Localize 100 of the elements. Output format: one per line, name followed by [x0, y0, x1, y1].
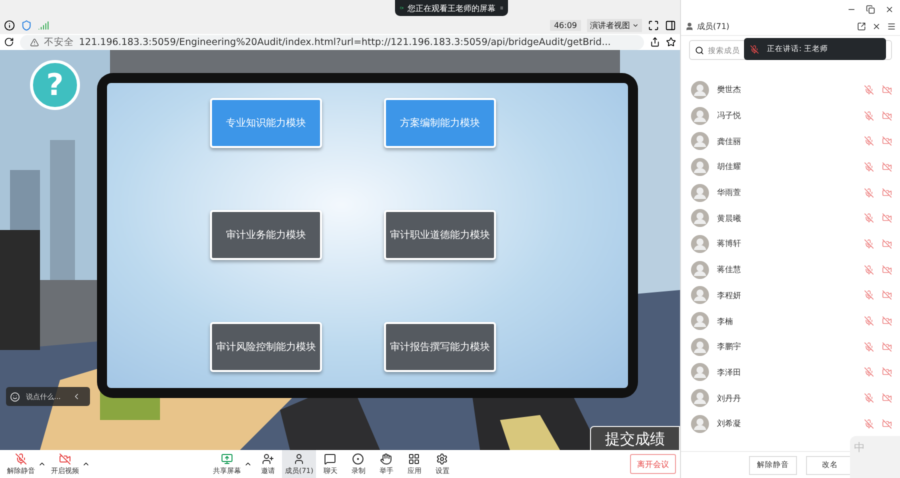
module-button[interactable]: 审计报告撰写能力模块	[384, 322, 496, 372]
member-row[interactable]: 樊世杰	[681, 77, 900, 103]
member-row[interactable]: 蒋博轩	[681, 231, 900, 257]
muted-mic-icon[interactable]	[864, 264, 874, 275]
caret-icon[interactable]	[82, 460, 90, 468]
member-row[interactable]: 黄晨曦	[681, 205, 900, 232]
avatar-icon	[691, 234, 709, 253]
share-icon[interactable]	[650, 37, 660, 47]
member-name: 李楠	[717, 316, 734, 327]
video-off-icon[interactable]	[882, 162, 892, 172]
close-icon[interactable]	[872, 22, 881, 31]
member-name: 樊世杰	[717, 84, 742, 96]
star-icon[interactable]	[666, 37, 676, 47]
record-icon	[352, 452, 364, 464]
muted-mic-icon[interactable]	[864, 367, 874, 378]
view-mode-button[interactable]: 演讲者视图	[587, 19, 642, 32]
muted-mic-icon[interactable]	[864, 418, 874, 429]
member-row[interactable]: 李泽田	[681, 360, 900, 386]
video-off-icon[interactable]	[882, 393, 892, 404]
muted-mic-icon	[750, 44, 759, 54]
muted-mic-icon	[15, 452, 27, 464]
avatar-icon	[691, 414, 709, 433]
video-off-icon[interactable]	[882, 290, 892, 300]
shield-icon[interactable]	[21, 20, 32, 31]
muted-mic-icon[interactable]	[864, 290, 874, 300]
video-off-icon[interactable]	[882, 213, 892, 224]
emoji-icon[interactable]	[10, 392, 20, 402]
avatar-icon	[691, 286, 709, 304]
member-name: 李鹏宇	[717, 341, 742, 352]
module-button[interactable]: 审计职业道德能力模块	[384, 210, 496, 260]
member-row[interactable]: 胡佳耀	[681, 154, 900, 180]
restore-icon[interactable]	[866, 4, 875, 14]
leave-meeting-button[interactable]: 离开会议	[630, 454, 676, 474]
reload-icon[interactable]	[4, 37, 14, 47]
member-name: 龚佳丽	[717, 136, 742, 147]
video-off-icon[interactable]	[882, 188, 892, 198]
submit-button[interactable]: 提交成绩	[590, 426, 680, 450]
apps-icon	[408, 452, 420, 464]
panel-title: 成员(71)	[697, 21, 730, 32]
muted-mic-icon[interactable]	[864, 84, 874, 95]
signal-icon	[38, 20, 49, 31]
avatar-icon	[691, 184, 709, 202]
menu-icon[interactable]	[887, 22, 896, 31]
muted-mic-icon[interactable]	[864, 136, 874, 146]
member-row[interactable]: 蒋佳慧	[681, 256, 900, 282]
video-off-icon[interactable]	[882, 367, 892, 378]
popout-icon[interactable]	[857, 22, 866, 31]
member-row[interactable]: 龚佳丽	[681, 128, 900, 154]
member-name: 刘丹丹	[717, 392, 742, 404]
avatar-icon	[691, 132, 709, 150]
video-off-icon[interactable]	[882, 264, 892, 275]
member-row[interactable]: 冯子悦	[681, 102, 900, 128]
share-screen-icon	[221, 452, 233, 464]
address-field[interactable]: 不安全 121.196.183.3:5059/Engineering%20Audit/index.html?url=http://121.196.183.3:5059/api/bridgeAudit/getBrid...	[20, 34, 644, 50]
collapse-icon[interactable]	[72, 392, 81, 401]
member-name: 李泽田	[717, 366, 742, 378]
menu-icon	[500, 4, 503, 12]
video-off-icon[interactable]	[882, 110, 892, 121]
video-off-icon[interactable]	[882, 136, 892, 146]
member-name: 刘希凝	[717, 418, 742, 430]
search-icon	[695, 46, 704, 54]
fullscreen-icon[interactable]	[648, 20, 659, 31]
member-name: 蒋博轩	[717, 238, 742, 250]
security-label: 不安全	[44, 36, 74, 48]
video-off-icon[interactable]	[882, 418, 892, 429]
module-button[interactable]: 审计风险控制能力模块	[210, 322, 322, 372]
video-off-icon[interactable]	[882, 342, 892, 352]
panel-icon[interactable]	[665, 20, 676, 31]
info-icon[interactable]	[4, 20, 15, 31]
muted-mic-icon[interactable]	[864, 162, 874, 172]
muted-mic-icon[interactable]	[864, 188, 874, 198]
members-icon	[685, 22, 694, 31]
video-off-icon[interactable]	[882, 316, 892, 326]
hand-icon	[380, 452, 392, 464]
avatar-icon	[691, 80, 709, 99]
video-off-icon[interactable]	[882, 84, 892, 95]
warning-icon	[30, 38, 39, 46]
video-off-icon[interactable]	[882, 238, 892, 249]
member-row[interactable]: 华雨萱	[681, 180, 900, 206]
member-row[interactable]: 刘希凝	[681, 410, 900, 437]
muted-mic-icon[interactable]	[864, 110, 874, 121]
settings-icon	[436, 452, 448, 464]
member-row[interactable]: 李楠	[681, 308, 900, 334]
muted-mic-icon[interactable]	[864, 342, 874, 352]
avatar-icon	[691, 312, 709, 330]
muted-mic-icon[interactable]	[864, 316, 874, 326]
member-name: 李程妍	[717, 290, 742, 301]
muted-mic-icon[interactable]	[864, 238, 874, 249]
close-icon[interactable]	[885, 4, 894, 14]
caret-icon[interactable]	[38, 460, 46, 468]
member-row[interactable]: 刘丹丹	[681, 385, 900, 411]
muted-mic-icon[interactable]	[864, 393, 874, 404]
caret-icon	[632, 22, 639, 29]
module-button[interactable]: 审计业务能力模块	[210, 210, 322, 260]
caret-icon[interactable]	[244, 460, 252, 468]
avatar-icon	[691, 158, 709, 176]
member-row[interactable]: 李程妍	[681, 282, 900, 308]
muted-mic-icon[interactable]	[864, 213, 874, 224]
member-name: 胡佳耀	[717, 161, 742, 172]
member-row[interactable]: 李鹏宇	[681, 334, 900, 360]
